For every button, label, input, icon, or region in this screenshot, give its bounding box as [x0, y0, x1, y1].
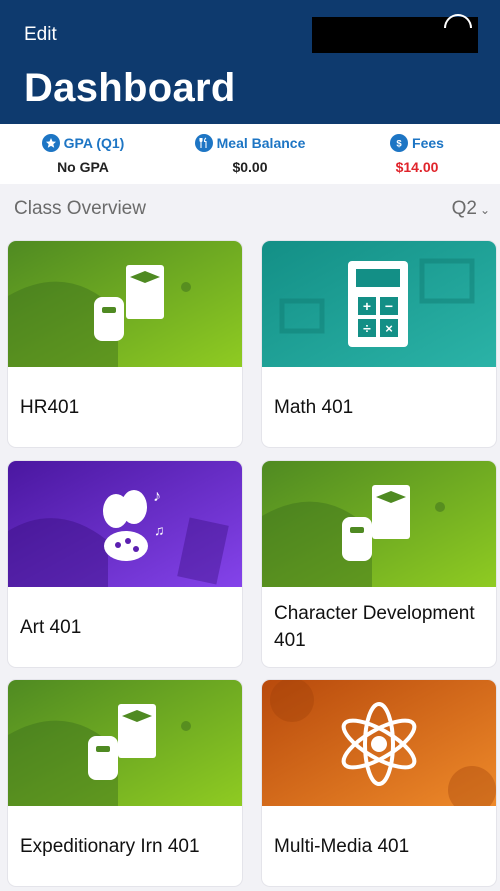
stats-bar: GPA (Q1) No GPA Meal Balance $0.00 $ Fee…: [0, 124, 500, 184]
class-card-hr401[interactable]: HR401: [8, 241, 242, 447]
utensils-icon: [194, 134, 213, 152]
art-masks-palette-icon: ♪ ♫: [8, 461, 242, 587]
backpack-books-icon: [8, 680, 242, 806]
chevron-down-icon: ⌄: [479, 203, 490, 217]
backpack-books-icon: [262, 461, 496, 587]
calculator-icon: + − ÷ ×: [262, 241, 496, 367]
atom-icon: [262, 680, 496, 806]
gpa-value: No GPA: [57, 159, 109, 175]
svg-text:$: $: [396, 139, 402, 150]
class-card-character-development401[interactable]: Character Development 401: [262, 461, 496, 667]
svg-text:+: +: [363, 298, 371, 314]
class-name: Character Development 401: [274, 603, 475, 651]
class-name: Expeditionary Irn 401: [20, 835, 200, 857]
gpa-stat[interactable]: GPA (Q1) No GPA: [0, 134, 166, 175]
fees-stat[interactable]: $ Fees $14.00: [334, 134, 500, 175]
fees-label: Fees: [412, 135, 444, 151]
backpack-books-icon: [8, 241, 242, 367]
class-card-expeditionary401[interactable]: Expeditionary Irn 401: [8, 680, 242, 886]
fees-value: $14.00: [395, 159, 439, 175]
class-name: HR401: [20, 396, 80, 418]
svg-text:♫: ♫: [154, 522, 165, 538]
class-name: Art 401: [20, 616, 82, 638]
svg-text:×: ×: [385, 321, 393, 336]
class-card-art401[interactable]: ♪ ♫ Art 401: [8, 461, 242, 667]
star-icon: [41, 134, 60, 152]
quarter-selector[interactable]: Q2 ⌄: [452, 198, 490, 220]
gpa-label: GPA (Q1): [63, 135, 125, 151]
class-card-multimedia401[interactable]: Multi-Media 401: [262, 680, 496, 886]
svg-text:÷: ÷: [363, 320, 371, 336]
section-title: Class Overview: [14, 198, 146, 219]
class-name: Multi-Media 401: [274, 835, 410, 857]
page-title: Dashboard: [24, 66, 236, 110]
svg-text:−: −: [385, 298, 393, 314]
quarter-value: Q2: [451, 198, 477, 219]
class-name: Math 401: [274, 396, 354, 418]
class-card-math401[interactable]: + − ÷ × Math 401: [262, 241, 496, 447]
header-bar: Edit Dashboard: [0, 0, 500, 124]
edit-button[interactable]: Edit: [24, 24, 57, 46]
meal-balance-label: Meal Balance: [216, 135, 306, 151]
svg-text:♪: ♪: [153, 488, 161, 505]
dollar-icon: $: [390, 134, 409, 152]
meal-balance-stat[interactable]: Meal Balance $0.00: [167, 134, 333, 175]
meal-balance-value: $0.00: [232, 159, 268, 175]
